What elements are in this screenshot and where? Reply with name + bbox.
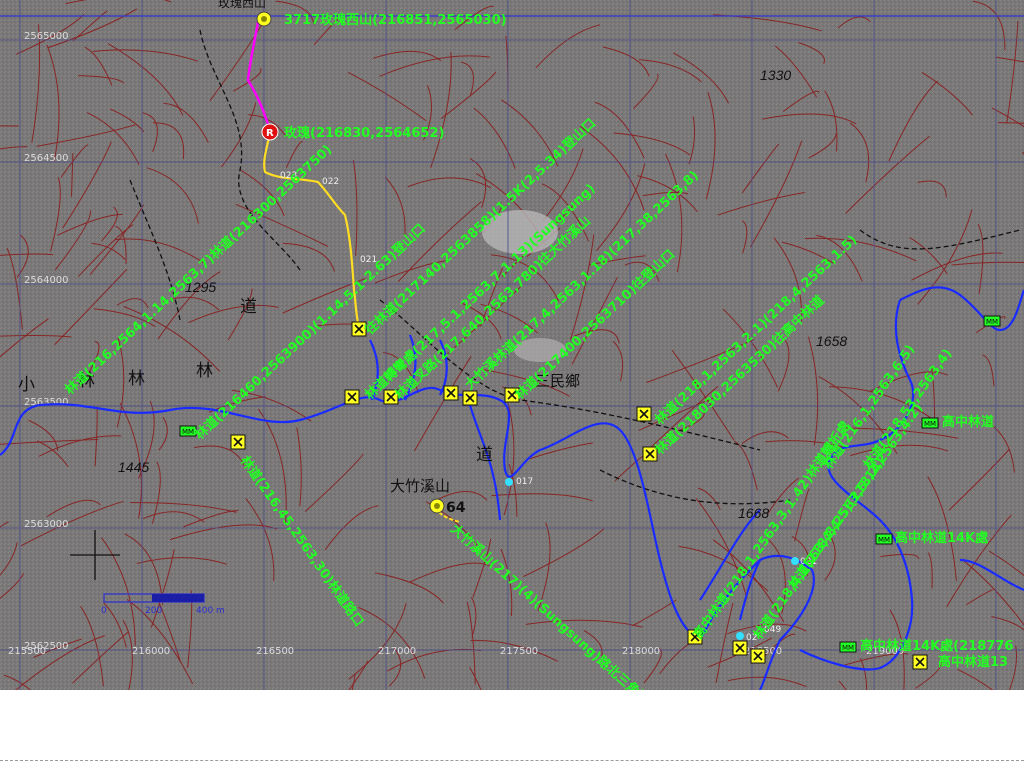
milepost-icon[interactable]: MM	[875, 533, 893, 545]
mountain-label: 大竹溪山	[390, 477, 450, 495]
x-marker-icon[interactable]	[462, 390, 478, 406]
grid-label-easting: 216500	[256, 646, 294, 657]
waypoint-dot[interactable]	[736, 632, 744, 640]
grid-label-easting: 216000	[132, 646, 170, 657]
route-point-label: 017	[516, 477, 533, 487]
x-marker-icon[interactable]	[636, 406, 652, 422]
x-marker-icon[interactable]	[230, 434, 246, 450]
grid-label-easting: 217500	[500, 646, 538, 657]
x-marker-icon[interactable]	[443, 385, 459, 401]
place-char: 林	[196, 361, 213, 381]
white-footer-area	[0, 690, 1024, 768]
route-point-label: 022	[322, 177, 339, 187]
annotation-text: 3717玫瑰西山(216851,2565030)	[284, 12, 507, 28]
r-point-icon[interactable]: R	[261, 123, 279, 141]
svg-text:MM: MM	[878, 536, 890, 544]
grid-label-northing: 2563000	[24, 519, 69, 530]
scale-label: 0	[101, 606, 107, 616]
mountain-elevation: 64	[446, 500, 466, 516]
x-marker-icon[interactable]	[750, 648, 766, 664]
elevation-label: 1658	[816, 333, 847, 349]
elevation-label: 1668	[738, 505, 769, 521]
waypoint-dot[interactable]	[505, 478, 513, 486]
grid-label-easting: 215500	[8, 646, 46, 657]
grid-label-easting: 218000	[622, 646, 660, 657]
x-marker-icon[interactable]	[912, 654, 928, 670]
annotation-text: 高中林道14K處	[895, 530, 989, 546]
bottom-dashed-line	[0, 760, 1024, 761]
annotation-text: 高中林道14K處(218776	[860, 638, 1013, 654]
milepost-icon[interactable]: MM	[983, 315, 1001, 327]
grid-label-northing: 2563500	[24, 397, 69, 408]
elevation-label: 1445	[118, 459, 149, 475]
annotation-text: 高中林道	[942, 414, 994, 430]
place-char: 道	[240, 297, 257, 317]
scale-label: 400 m	[196, 606, 225, 616]
svg-text:MM: MM	[986, 318, 998, 326]
x-marker-icon[interactable]	[732, 640, 748, 656]
annotation-text: 高中林道13	[938, 654, 1008, 670]
svg-text:MM: MM	[842, 644, 854, 652]
waypoint-dot[interactable]	[791, 557, 799, 565]
grid-label-northing: 2564000	[24, 275, 69, 286]
svg-text:MM: MM	[924, 420, 936, 428]
elevation-label: 1330	[760, 67, 791, 83]
milepost-icon[interactable]: MM	[921, 417, 939, 429]
grid-label-northing: 2564500	[24, 153, 69, 164]
grid-label-northing: 2565000	[24, 31, 69, 42]
svg-text:R: R	[266, 128, 274, 139]
summit-icon[interactable]	[429, 498, 445, 514]
grid-label-easting: 217000	[378, 646, 416, 657]
place-char: 林	[128, 369, 145, 389]
scale-label: 200	[145, 606, 162, 616]
annotation-text: 玫瑰(216830,2564652)	[284, 125, 444, 141]
milepost-icon[interactable]: MM	[839, 641, 857, 653]
topographic-map[interactable]: 2565000 2564500 2564000 2563500 2563000 …	[0, 0, 1024, 690]
place-char: 道	[476, 445, 493, 465]
place-char: 小	[18, 375, 35, 395]
peak-label: 玫瑰西山	[218, 0, 266, 10]
x-marker-icon[interactable]	[344, 389, 360, 405]
summit-icon[interactable]	[256, 11, 272, 27]
